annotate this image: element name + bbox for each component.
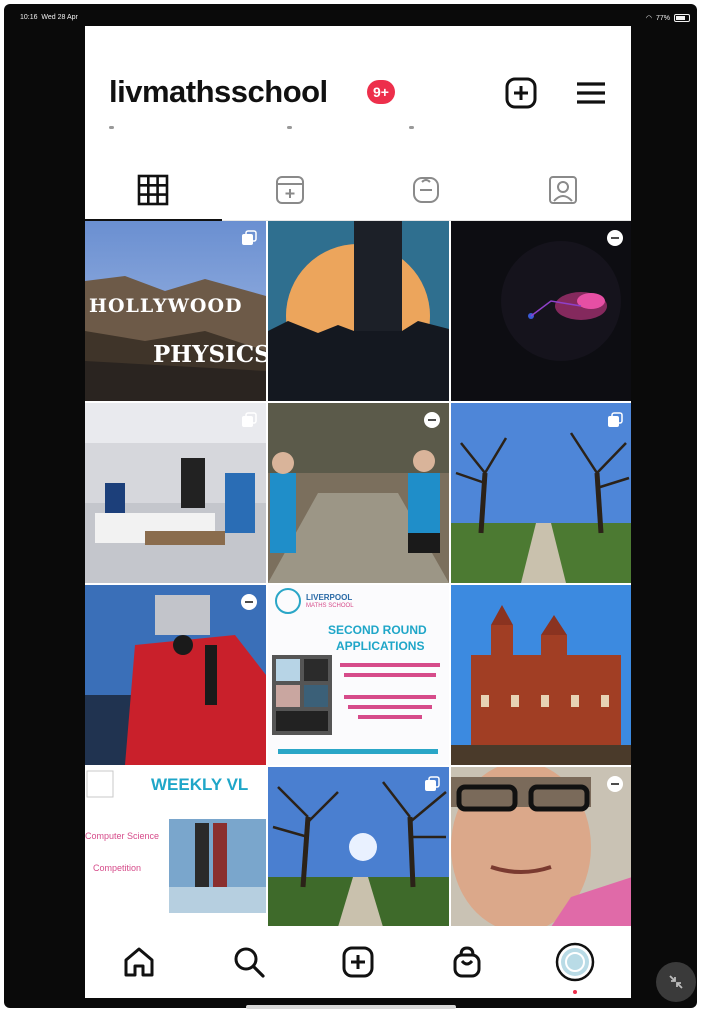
tab-guides[interactable] [358,160,495,220]
post-tile-weekly-vlog[interactable]: WEEKLY VL Computer Science Competition [85,767,266,947]
wifi-icon: ◠ [645,15,652,22]
search-icon [234,947,265,978]
tagged-person-icon [548,176,577,204]
hamburger-menu-icon [577,82,605,104]
profile-indicator-dot [573,990,577,994]
posts-grid: HOLLYWOOD PHYSICS LIVERPOOL MATHS SCHOOL… [85,221,631,947]
post-thumbnail [268,221,449,401]
tab-reels[interactable] [222,160,359,220]
post-caption-line: LIVERPOOL [306,593,353,602]
reels-icon [275,176,304,204]
post-tile-hollywood-physics[interactable]: HOLLYWOOD PHYSICS [85,221,266,401]
post-caption-line: Computer Science [85,831,160,841]
notification-badge[interactable]: 9+ [367,80,395,104]
post-thumbnail [268,403,449,583]
shopping-bag-icon [453,946,481,978]
reel-icon [607,230,623,246]
post-caption-line: HOLLYWOOD [89,295,243,317]
post-tile-classroom[interactable] [85,403,266,583]
post-thumbnail [451,221,631,401]
bottom-navigation [85,926,631,998]
reel-icon [607,776,623,792]
status-right: ◠ 77% [646,14,690,22]
carousel-icon [242,412,257,427]
nav-home-button[interactable] [119,942,159,982]
status-time: 10:16 Wed 28 Apr [20,14,78,21]
post-thumbnail [451,767,631,932]
carousel-icon [608,412,623,427]
tab-tagged[interactable] [495,160,632,220]
post-caption-line: APPLICATIONS [336,639,425,653]
post-caption-line: WEEKLY VL [151,775,249,794]
post-tile-trees[interactable] [451,403,631,583]
post-caption-line: SECOND ROUND [328,623,427,637]
reel-icon [241,594,257,610]
post-tile-trees-sun[interactable] [268,767,449,947]
reel-icon [424,412,440,428]
collapse-button[interactable] [656,962,696,1002]
post-caption-line: Competition [93,863,142,873]
carousel-icon [425,776,440,791]
post-tile-red-shirt[interactable] [85,585,266,765]
highlights-strip [109,126,609,132]
post-thumbnail [268,767,449,927]
guide-icon [413,177,440,203]
home-icon [124,947,154,977]
nav-shop-button[interactable] [447,942,487,982]
post-tile-red-building[interactable] [451,585,631,765]
plus-square-icon [342,946,374,978]
carousel-icon [242,230,257,245]
post-tile-second-round[interactable]: LIVERPOOL MATHS SCHOOL SECOND ROUND APPL… [268,585,449,765]
grid-icon [137,174,169,206]
menu-button[interactable] [574,76,608,110]
post-thumbnail [451,403,631,583]
post-thumbnail [451,585,631,765]
profile-header: livmathsschool 9+ [85,26,631,146]
post-thumbnail [268,585,449,765]
profile-tabs [85,160,631,221]
plus-square-icon [505,77,537,109]
post-thumbnail [85,585,266,765]
post-tile-moon-tower[interactable] [268,221,449,401]
post-caption-line: PHYSICS [153,341,266,368]
nav-search-button[interactable] [229,942,269,982]
profile-username[interactable]: livmathsschool [109,74,328,110]
post-tile-selfie[interactable] [451,767,631,947]
tab-grid[interactable] [85,160,222,221]
nav-create-button[interactable] [338,942,378,982]
avatar-icon [555,942,595,982]
post-caption-line: MATHS SCHOOL [306,603,354,609]
post-tile-runners[interactable] [268,403,449,583]
battery-percent: 77% [655,14,670,22]
collapse-arrows-icon [669,975,683,989]
battery-icon [674,14,690,22]
post-tile-plasma[interactable] [451,221,631,401]
nav-profile-button[interactable] [555,942,595,982]
instagram-app: livmathsschool 9+ HOLLYWOOD PHYSICS LIVE… [85,26,631,998]
home-indicator[interactable] [246,1005,456,1009]
create-post-button[interactable] [504,76,538,110]
post-thumbnail [85,403,266,583]
